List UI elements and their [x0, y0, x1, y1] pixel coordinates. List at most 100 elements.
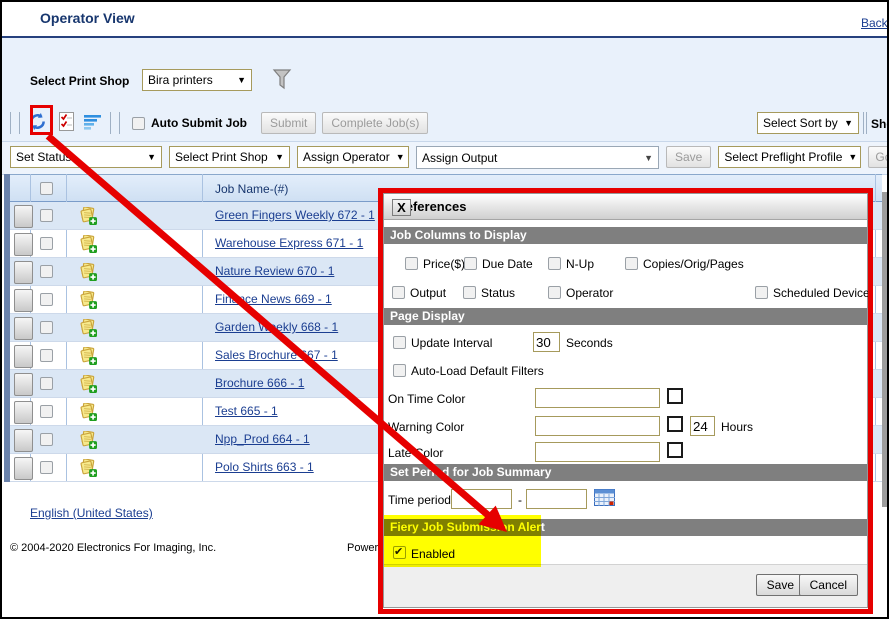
- status-checkbox[interactable]: [463, 286, 476, 299]
- preferences-checklist-icon[interactable]: [59, 112, 74, 134]
- due-date-checkbox[interactable]: [464, 257, 477, 270]
- job-name-link[interactable]: Npp_Prod 664 - 1: [215, 432, 310, 446]
- separator: [19, 112, 20, 134]
- on-time-color-swatch[interactable]: [667, 388, 683, 404]
- calendar-icon[interactable]: [594, 489, 615, 509]
- price-checkbox[interactable]: [405, 257, 418, 270]
- job-name-link[interactable]: Garden Weekly 668 - 1: [215, 320, 338, 334]
- autoload-filters-label: Auto-Load Default Filters: [411, 364, 544, 378]
- job-add-icon[interactable]: [79, 291, 97, 309]
- late-color-input[interactable]: [535, 442, 660, 462]
- job-add-icon[interactable]: [79, 263, 97, 281]
- select-all-checkbox[interactable]: [40, 182, 53, 195]
- row-checkbox[interactable]: [40, 209, 53, 222]
- sort-by-dropdown[interactable]: Select Sort by ▼: [757, 112, 859, 134]
- job-name-link[interactable]: Finance News 669 - 1: [215, 292, 332, 306]
- row-handle-button[interactable]: [14, 429, 33, 452]
- late-color-swatch[interactable]: [667, 442, 683, 458]
- table-scrollbar[interactable]: [882, 192, 888, 507]
- row-checkbox[interactable]: [40, 349, 53, 362]
- output-checkbox[interactable]: [392, 286, 405, 299]
- job-add-icon[interactable]: [79, 431, 97, 449]
- preflight-profile-dropdown[interactable]: Select Preflight Profile▼: [718, 146, 861, 168]
- on-time-color-input[interactable]: [535, 388, 660, 408]
- show-label: Show: [871, 117, 889, 131]
- update-interval-label: Update Interval: [411, 336, 492, 350]
- filter-print-shop-value: Select Print Shop: [175, 150, 268, 164]
- row-checkbox[interactable]: [40, 265, 53, 278]
- sort-by-value: Select Sort by: [763, 116, 838, 130]
- filter-funnel-icon[interactable]: [272, 68, 292, 93]
- row-checkbox[interactable]: [40, 433, 53, 446]
- update-interval-checkbox[interactable]: [393, 336, 406, 349]
- row-checkbox[interactable]: [40, 321, 53, 334]
- dialog-titlebar[interactable]: Preferences X: [384, 194, 867, 220]
- job-name-link[interactable]: Brochure 666 - 1: [215, 376, 304, 390]
- job-name-link[interactable]: Test 665 - 1: [215, 404, 278, 418]
- job-add-icon[interactable]: [79, 207, 97, 225]
- row-handle-button[interactable]: [14, 233, 33, 256]
- autoload-filters-checkbox[interactable]: [393, 364, 406, 377]
- filter-print-shop-dropdown[interactable]: Select Print Shop▼: [169, 146, 290, 168]
- row-checkbox[interactable]: [40, 293, 53, 306]
- chevron-down-icon: ▼: [844, 118, 853, 128]
- close-icon[interactable]: X: [392, 199, 411, 216]
- row-handle-button[interactable]: [14, 373, 33, 396]
- time-period-label: Time period: [388, 493, 451, 507]
- chevron-down-icon: ▼: [237, 75, 246, 85]
- time-period-from-input[interactable]: [451, 489, 512, 509]
- time-period-to-input[interactable]: [526, 489, 587, 509]
- job-name-link[interactable]: Nature Review 670 - 1: [215, 264, 334, 278]
- job-add-icon[interactable]: [79, 347, 97, 365]
- select-print-shop-label: Select Print Shop: [30, 74, 129, 88]
- row-handle-button[interactable]: [14, 289, 33, 312]
- section-job-summary: Set Period for Job Summary: [384, 464, 867, 481]
- language-link[interactable]: English (United States): [30, 506, 153, 520]
- n-up-checkbox[interactable]: [548, 257, 561, 270]
- submit-button[interactable]: Submit: [261, 112, 316, 134]
- filter-save-button[interactable]: Save: [666, 146, 711, 168]
- print-shop-dropdown[interactable]: Bira printers ▼: [142, 69, 252, 91]
- go-button[interactable]: Go: [868, 146, 889, 168]
- row-handle-button[interactable]: [14, 317, 33, 340]
- job-add-icon[interactable]: [79, 459, 97, 477]
- job-name-link[interactable]: Warehouse Express 671 - 1: [215, 236, 363, 250]
- job-add-icon[interactable]: [79, 375, 97, 393]
- auto-submit-checkbox[interactable]: [132, 117, 145, 130]
- copies-orig-pages-checkbox[interactable]: [625, 257, 638, 270]
- job-name-link[interactable]: Sales Brochure 667 - 1: [215, 348, 338, 362]
- row-handle-button[interactable]: [14, 401, 33, 424]
- section-fiery-alert: Fiery Job Submission Alert: [384, 519, 867, 536]
- operator-checkbox[interactable]: [548, 286, 561, 299]
- warning-color-input[interactable]: [535, 416, 660, 436]
- toolbar: Auto Submit Job Submit Complete Job(s): [10, 110, 428, 136]
- assign-output-combobox[interactable]: Assign Output▼: [416, 146, 659, 169]
- operator-label: Operator: [566, 286, 613, 300]
- row-checkbox[interactable]: [40, 377, 53, 390]
- back-link[interactable]: Back: [861, 16, 888, 30]
- warning-color-swatch[interactable]: [667, 416, 683, 432]
- dialog-save-button[interactable]: Save: [756, 574, 805, 596]
- row-handle-button[interactable]: [14, 345, 33, 368]
- row-checkbox[interactable]: [40, 405, 53, 418]
- job-name-link[interactable]: Green Fingers Weekly 672 - 1: [215, 208, 375, 222]
- dialog-cancel-button[interactable]: Cancel: [799, 574, 858, 596]
- row-handle-button[interactable]: [14, 457, 33, 480]
- job-add-icon[interactable]: [79, 235, 97, 253]
- complete-jobs-button[interactable]: Complete Job(s): [322, 112, 428, 134]
- fiery-enabled-checkbox[interactable]: [393, 546, 406, 559]
- scheduled-device-checkbox[interactable]: [755, 286, 768, 299]
- job-add-icon[interactable]: [79, 403, 97, 421]
- update-interval-input[interactable]: [533, 332, 560, 352]
- row-checkbox[interactable]: [40, 461, 53, 474]
- row-handle-button[interactable]: [14, 205, 33, 228]
- assign-operator-dropdown[interactable]: Assign Operator▼: [297, 146, 409, 168]
- job-list-lines-icon[interactable]: [84, 114, 102, 133]
- set-status-dropdown[interactable]: Set Status▼: [10, 146, 162, 168]
- job-name-link[interactable]: Polo Shirts 663 - 1: [215, 460, 314, 474]
- warning-hours-input[interactable]: [690, 416, 715, 436]
- row-handle-button[interactable]: [14, 261, 33, 284]
- job-add-icon[interactable]: [79, 319, 97, 337]
- chevron-down-icon: ▼: [644, 153, 653, 163]
- row-checkbox[interactable]: [40, 237, 53, 250]
